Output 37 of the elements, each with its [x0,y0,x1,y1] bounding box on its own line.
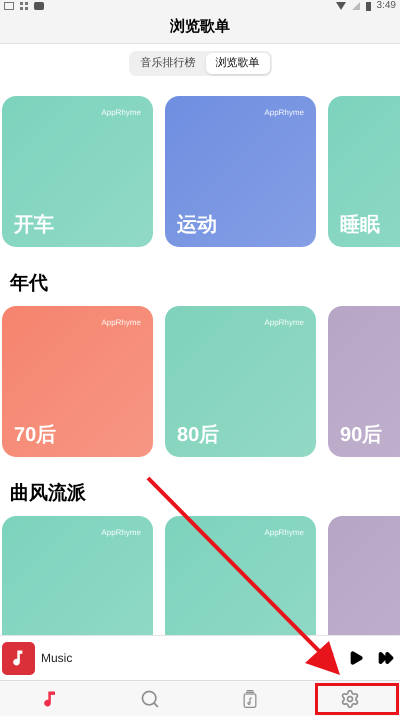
signal-icon [352,2,360,10]
app-icon [34,2,44,10]
battery-icon [366,2,371,10]
playlist-card[interactable]: AppRhyme [165,516,316,635]
grid-icon [20,2,28,10]
brand-label: AppRhyme [101,317,141,329]
playlist-card[interactable]: AppRhyme 70后 [2,306,153,457]
playlist-card[interactable]: 90后 [328,306,400,457]
notification-icon [4,2,14,10]
playlist-title: 70后 [14,425,56,445]
brand-label: AppRhyme [264,527,304,539]
playlist-card[interactable]: 睡眠 [328,96,400,247]
wifi-icon [336,2,346,10]
playlist-title: 90后 [340,425,382,445]
brand-label: AppRhyme [101,107,141,119]
clock: 3:49 [376,1,396,11]
fast-forward-icon[interactable] [378,650,394,666]
play-icon[interactable] [348,650,364,666]
playlist-title: 开车 [14,215,54,235]
playlist-card[interactable]: AppRhyme 80后 [165,306,316,457]
page-title: 浏览歌单 [170,17,230,38]
playlist-card[interactable]: AppRhyme [2,516,153,635]
brand-label: AppRhyme [264,317,304,329]
section-title: 曲风流派 [9,482,87,506]
section-title: 年代 [8,272,49,296]
playlist-title: 运动 [177,215,217,235]
search-icon [140,688,160,708]
playlist-card[interactable]: AppRhyme 运动 [165,96,316,247]
settings-icon [340,688,360,708]
playlist-card[interactable]: AppRhyme 开车 [2,96,153,247]
segment-tab[interactable]: 浏览歌单 [206,53,270,74]
brand-label: AppRhyme [264,107,304,119]
brand-label: AppRhyme [101,527,141,539]
track-title: Music [41,650,72,667]
segment-tab[interactable]: 音乐排行榜 [130,53,206,74]
playlist-title: 80后 [177,425,220,445]
playlist-title: 睡眠 [340,215,380,235]
